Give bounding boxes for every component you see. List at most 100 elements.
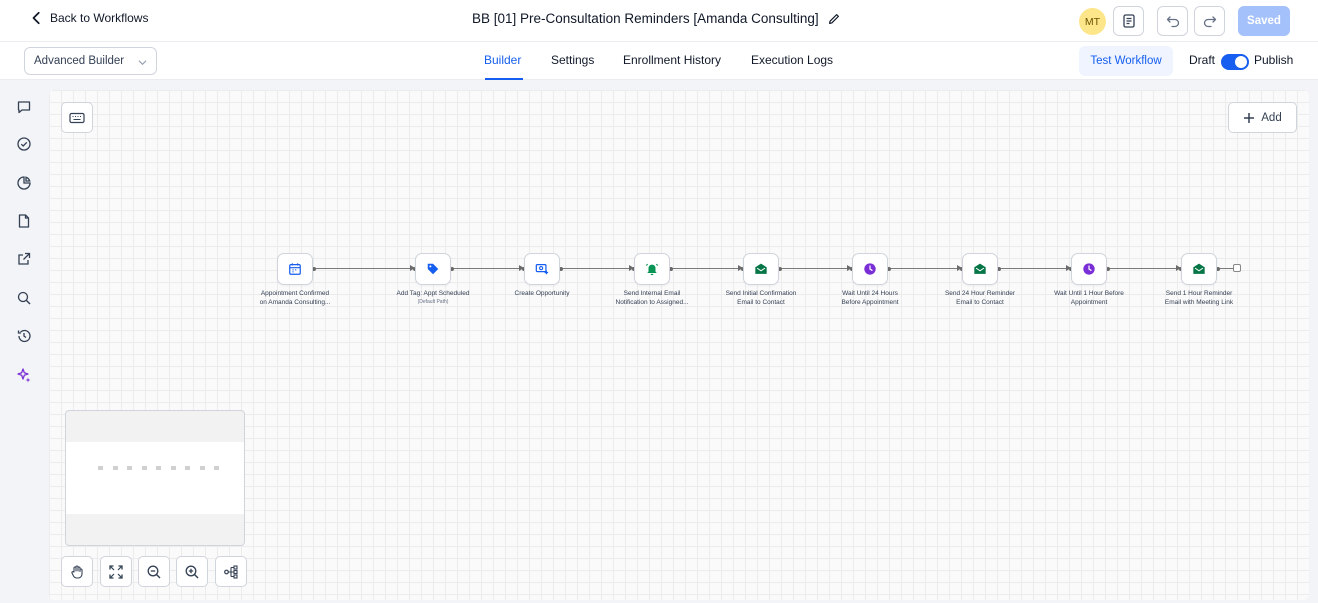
hand-icon [71, 564, 83, 579]
node-path-label: (Default Path) [417, 299, 449, 305]
zoom-in-icon [185, 565, 199, 578]
workflow-title: BB [01] Pre-Consultation Reminders [Aman… [472, 11, 841, 26]
add-node-button[interactable]: Add [1228, 102, 1297, 133]
left-sidebar [0, 80, 48, 603]
builder-mode-select[interactable]: Advanced Builder [24, 47, 157, 75]
node-label-line: Notification to Assigned... [615, 299, 689, 306]
minimap-node [98, 466, 103, 470]
tab-execution-logs[interactable]: Execution Logs [751, 53, 833, 67]
workflow-node[interactable] [1181, 253, 1217, 285]
minimap-node [127, 466, 132, 470]
calendar-icon [289, 263, 301, 275]
test-workflow-button[interactable]: Test Workflow [1079, 46, 1173, 76]
check-circle-icon[interactable] [15, 135, 33, 153]
tab-builder[interactable]: Builder [484, 53, 521, 67]
node-label[interactable]: Add Tag: Appt Scheduled (Default Path) [383, 289, 483, 307]
node-label[interactable]: Appointment Confirmed on Amanda Consultin… [245, 289, 345, 307]
workflow-node[interactable] [1071, 253, 1107, 285]
node-label-line: Appointment Confirmed [260, 290, 330, 297]
minimap-node [156, 466, 161, 470]
redo-button[interactable] [1194, 6, 1225, 36]
pencil-icon[interactable] [827, 12, 841, 26]
tab-enrollment-history[interactable]: Enrollment History [623, 53, 721, 67]
node-label[interactable]: Send Internal Email Notification to Assig… [602, 289, 702, 307]
node-label-line: Appointment [1070, 299, 1108, 306]
auto-layout-button[interactable] [215, 556, 247, 587]
avatar[interactable]: MT [1079, 8, 1106, 35]
workflow-node[interactable] [962, 253, 998, 285]
minimap-node [199, 466, 205, 470]
redo-icon [1203, 16, 1216, 28]
node-label[interactable]: Wait Until 24 Hours Before Appointment [820, 289, 920, 307]
zoom-in-button[interactable] [176, 556, 208, 587]
chat-icon[interactable] [15, 98, 33, 116]
workflow-node[interactable] [634, 253, 670, 285]
search-icon[interactable] [15, 289, 33, 307]
sparkle-icon[interactable] [15, 366, 33, 384]
node-label-line: Send Initial Confirmation [725, 290, 797, 297]
node-label-line: Email to Contact [956, 299, 1004, 306]
node-label-line: Send Internal Email [623, 290, 681, 297]
draft-label: Draft [1189, 53, 1216, 67]
workflow-node[interactable] [743, 253, 779, 285]
document-icon[interactable] [15, 212, 33, 230]
plus-icon [1244, 112, 1255, 123]
keyboard-shortcuts-button[interactable] [61, 102, 93, 133]
tag-icon [427, 263, 439, 275]
node-label-line: Add Tag: Appt Scheduled [396, 290, 470, 297]
undo-button[interactable] [1157, 6, 1188, 36]
back-to-workflows-link[interactable]: Back to Workflows [30, 11, 148, 25]
end-node[interactable] [1233, 264, 1241, 272]
clock-icon [864, 263, 876, 275]
zoom-out-icon [147, 565, 161, 578]
workflow-title-text: BB [01] Pre-Consultation Reminders [Aman… [472, 11, 819, 26]
node-label[interactable]: Wait Until 1 Hour Before Appointment [1039, 289, 1139, 307]
node-label[interactable]: Send 1 Hour Reminder Email with Meeting L… [1149, 289, 1249, 307]
node-label[interactable]: Send Initial Confirmation Email to Contac… [711, 289, 811, 307]
node-label-line: on Amanda Consulting... [259, 299, 331, 306]
minimap-node [141, 466, 147, 470]
minimap-node [170, 466, 176, 470]
saved-button[interactable]: Saved [1238, 6, 1290, 36]
node-label-line: Email with Meeting Link [1164, 299, 1234, 306]
node-label[interactable]: Send 24 Hour Reminder Email to Contact [930, 289, 1030, 307]
chevron-left-icon [32, 11, 40, 25]
publish-toggle[interactable] [1221, 54, 1249, 70]
node-label-line: Before Appointment [841, 299, 899, 306]
minimap-node [185, 466, 190, 470]
pie-chart-icon[interactable] [15, 174, 33, 192]
node-label-line: Wait Until 1 Hour Before [1054, 290, 1124, 297]
history-icon[interactable] [15, 327, 33, 345]
top-bar: Back to Workflows BB [01] Pre-Consultati… [0, 0, 1318, 42]
node-label-line: Send 24 Hour Reminder [944, 290, 1016, 297]
workflow-canvas[interactable]: Add Appointment Confirmed on Amanda Consu… [49, 90, 1309, 600]
minimap-node [214, 466, 219, 470]
pan-button[interactable] [61, 556, 93, 587]
clock-icon [1083, 263, 1095, 275]
chevron-down-icon [138, 60, 147, 66]
notes-button[interactable] [1113, 6, 1144, 36]
node-label-line: Email to Contact [737, 299, 785, 306]
bell-icon [645, 263, 659, 276]
active-tab-indicator [485, 78, 523, 80]
minimap-viewport[interactable] [66, 442, 244, 514]
back-label: Back to Workflows [50, 11, 149, 25]
minimap[interactable] [65, 410, 245, 546]
external-link-icon[interactable] [15, 250, 33, 268]
workflow-node[interactable] [524, 253, 560, 285]
tab-settings[interactable]: Settings [551, 53, 594, 67]
mail-icon [755, 263, 767, 274]
fit-view-button[interactable] [100, 556, 132, 587]
undo-icon [1166, 16, 1179, 28]
publish-label: Publish [1254, 53, 1294, 67]
workflow-node[interactable] [415, 253, 451, 285]
node-label[interactable]: Create Opportunity [492, 289, 592, 298]
minimap-node [112, 466, 118, 470]
fit-view-icon [109, 564, 123, 579]
node-label-line: Send 1 Hour Reminder [1165, 290, 1233, 297]
workflow-node[interactable] [277, 253, 313, 285]
keyboard-icon [69, 112, 85, 123]
workflow-node[interactable] [852, 253, 888, 285]
add-label: Add [1261, 111, 1282, 124]
zoom-out-button[interactable] [138, 556, 170, 587]
